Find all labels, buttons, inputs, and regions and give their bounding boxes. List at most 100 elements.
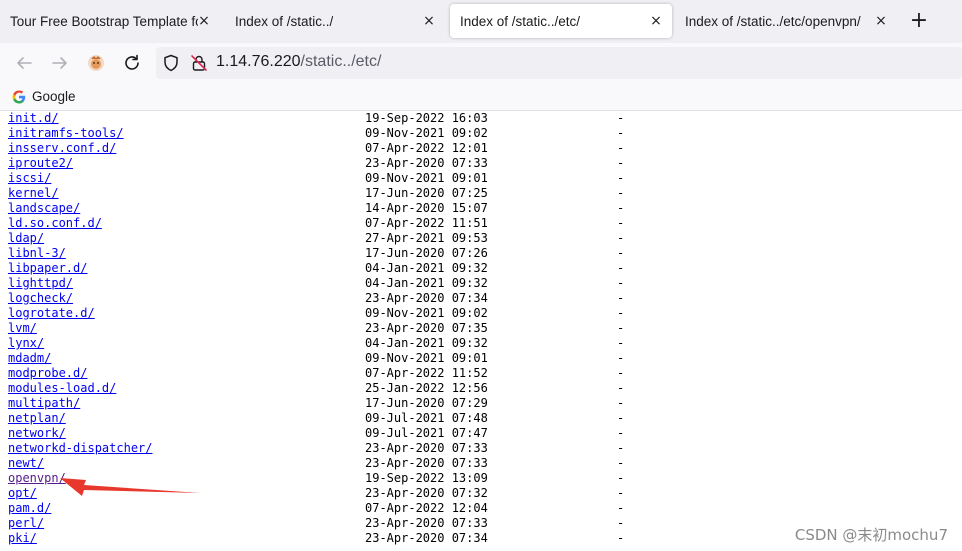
modified-date: 04-Jan-2021 09:32 bbox=[365, 261, 488, 275]
file-link[interactable]: ld.so.conf.d/ bbox=[8, 216, 102, 231]
google-icon bbox=[12, 89, 26, 103]
url-host: 1.14.76.220 bbox=[216, 53, 301, 70]
forward-icon[interactable] bbox=[48, 51, 72, 75]
file-size: - bbox=[617, 111, 625, 125]
modified-date: 23-Apr-2020 07:34 bbox=[365, 291, 488, 305]
modified-date: 09-Jul-2021 07:47 bbox=[365, 426, 488, 440]
modified-date: 25-Jan-2022 12:56 bbox=[365, 381, 488, 395]
tab-index-static-etc-openvpn[interactable]: Index of /static../etc/openvpn/ × bbox=[675, 0, 897, 43]
list-item: netplan/09-Jul-2021 07:48 - bbox=[0, 411, 962, 426]
file-link[interactable]: modules-load.d/ bbox=[8, 381, 116, 396]
close-icon[interactable]: × bbox=[196, 13, 212, 29]
close-icon[interactable]: × bbox=[873, 13, 889, 29]
file-size: - bbox=[617, 456, 625, 470]
file-link[interactable]: mdadm/ bbox=[8, 351, 51, 366]
file-size: - bbox=[617, 216, 625, 230]
modified-date: 07-Apr-2022 11:52 bbox=[365, 366, 488, 380]
list-item: iscsi/09-Nov-2021 09:01 - bbox=[0, 171, 962, 186]
list-item: logcheck/23-Apr-2020 07:34 - bbox=[0, 291, 962, 306]
list-item: ldap/27-Apr-2021 09:53 - bbox=[0, 231, 962, 246]
tab-tour-template[interactable]: Tour Free Bootstrap Template for × bbox=[0, 0, 220, 43]
tab-label: Index of /static../etc/ bbox=[460, 13, 581, 29]
file-size: - bbox=[617, 186, 625, 200]
list-item: lynx/04-Jan-2021 09:32 - bbox=[0, 336, 962, 351]
file-link[interactable]: lvm/ bbox=[8, 321, 37, 336]
modified-date: 07-Apr-2022 11:51 bbox=[365, 216, 488, 230]
tab-label: Tour Free Bootstrap Template for bbox=[10, 14, 198, 29]
file-link[interactable]: pki/ bbox=[8, 531, 37, 546]
file-link[interactable]: opt/ bbox=[8, 486, 37, 501]
modified-date: 23-Apr-2020 07:33 bbox=[365, 156, 488, 170]
shield-icon[interactable] bbox=[159, 51, 183, 75]
file-size: - bbox=[617, 156, 625, 170]
close-icon[interactable]: × bbox=[421, 13, 437, 29]
list-item: modules-load.d/25-Jan-2022 12:56 - bbox=[0, 381, 962, 396]
file-link[interactable]: libpaper.d/ bbox=[8, 261, 87, 276]
extension-avatar-icon[interactable] bbox=[84, 51, 108, 75]
file-link[interactable]: lighttpd/ bbox=[8, 276, 73, 291]
bookmark-label: Google bbox=[32, 89, 76, 104]
file-size: - bbox=[617, 501, 625, 515]
bookmark-google[interactable]: Google bbox=[12, 89, 76, 104]
modified-date: 07-Apr-2022 12:04 bbox=[365, 501, 488, 515]
file-link[interactable]: insserv.conf.d/ bbox=[8, 141, 116, 156]
file-link[interactable]: multipath/ bbox=[8, 396, 80, 411]
file-link[interactable]: initramfs-tools/ bbox=[8, 126, 124, 141]
modified-date: 23-Apr-2020 07:33 bbox=[365, 441, 488, 455]
file-link[interactable]: libnl-3/ bbox=[8, 246, 66, 261]
file-link[interactable]: logrotate.d/ bbox=[8, 306, 95, 321]
file-size: - bbox=[617, 336, 625, 350]
file-size: - bbox=[617, 321, 625, 335]
close-icon[interactable]: × bbox=[648, 13, 664, 29]
file-link[interactable]: logcheck/ bbox=[8, 291, 73, 306]
file-size: - bbox=[617, 246, 625, 260]
modified-date: 23-Apr-2020 07:34 bbox=[365, 531, 488, 545]
list-item: libnl-3/17-Jun-2020 07:26 - bbox=[0, 246, 962, 261]
file-link[interactable]: iscsi/ bbox=[8, 171, 51, 186]
file-size: - bbox=[617, 141, 625, 155]
file-size: - bbox=[617, 276, 625, 290]
back-icon[interactable] bbox=[12, 51, 36, 75]
file-size: - bbox=[617, 366, 625, 380]
reload-icon[interactable] bbox=[120, 51, 144, 75]
list-item: ld.so.conf.d/07-Apr-2022 11:51 - bbox=[0, 216, 962, 231]
url-text[interactable]: 1.14.76.220/static../etc/ bbox=[216, 53, 381, 71]
list-item: insserv.conf.d/07-Apr-2022 12:01 - bbox=[0, 141, 962, 156]
file-link[interactable]: landscape/ bbox=[8, 201, 80, 216]
modified-date: 04-Jan-2021 09:32 bbox=[365, 276, 488, 290]
file-size: - bbox=[617, 381, 625, 395]
modified-date: 14-Apr-2020 15:07 bbox=[365, 201, 488, 215]
file-link[interactable]: perl/ bbox=[8, 516, 44, 531]
file-link[interactable]: lynx/ bbox=[8, 336, 44, 351]
tab-index-static-etc[interactable]: Index of /static../etc/ × bbox=[450, 4, 672, 38]
file-link[interactable]: iproute2/ bbox=[8, 156, 73, 171]
tab-index-static[interactable]: Index of /static../ × bbox=[225, 0, 445, 43]
file-size: - bbox=[617, 396, 625, 410]
url-path: /static../etc/ bbox=[300, 53, 382, 70]
file-link[interactable]: openvpn/ bbox=[8, 471, 66, 486]
file-link[interactable]: ldap/ bbox=[8, 231, 44, 246]
new-tab-button[interactable]: + bbox=[906, 9, 932, 35]
file-link[interactable]: pam.d/ bbox=[8, 501, 51, 516]
file-link[interactable]: modprobe.d/ bbox=[8, 366, 87, 381]
file-link[interactable]: network/ bbox=[8, 426, 66, 441]
list-item: iproute2/23-Apr-2020 07:33 - bbox=[0, 156, 962, 171]
file-link[interactable]: kernel/ bbox=[8, 186, 59, 201]
list-item: lighttpd/04-Jan-2021 09:32 - bbox=[0, 276, 962, 291]
file-size: - bbox=[617, 516, 625, 530]
list-item: modprobe.d/07-Apr-2022 11:52 - bbox=[0, 366, 962, 381]
bookmarks-bar: Google bbox=[0, 83, 962, 111]
file-link[interactable]: init.d/ bbox=[8, 111, 59, 126]
file-link[interactable]: networkd-dispatcher/ bbox=[8, 441, 153, 456]
insecure-lock-icon[interactable] bbox=[187, 51, 211, 75]
list-item: initramfs-tools/09-Nov-2021 09:02 - bbox=[0, 126, 962, 141]
modified-date: 17-Jun-2020 07:26 bbox=[365, 246, 488, 260]
modified-date: 09-Jul-2021 07:48 bbox=[365, 411, 488, 425]
list-item: logrotate.d/09-Nov-2021 09:02 - bbox=[0, 306, 962, 321]
file-size: - bbox=[617, 231, 625, 245]
modified-date: 09-Nov-2021 09:02 bbox=[365, 306, 488, 320]
file-link[interactable]: newt/ bbox=[8, 456, 44, 471]
file-link[interactable]: netplan/ bbox=[8, 411, 66, 426]
tab-label: Index of /static../etc/openvpn/ bbox=[685, 14, 861, 29]
file-size: - bbox=[617, 471, 625, 485]
